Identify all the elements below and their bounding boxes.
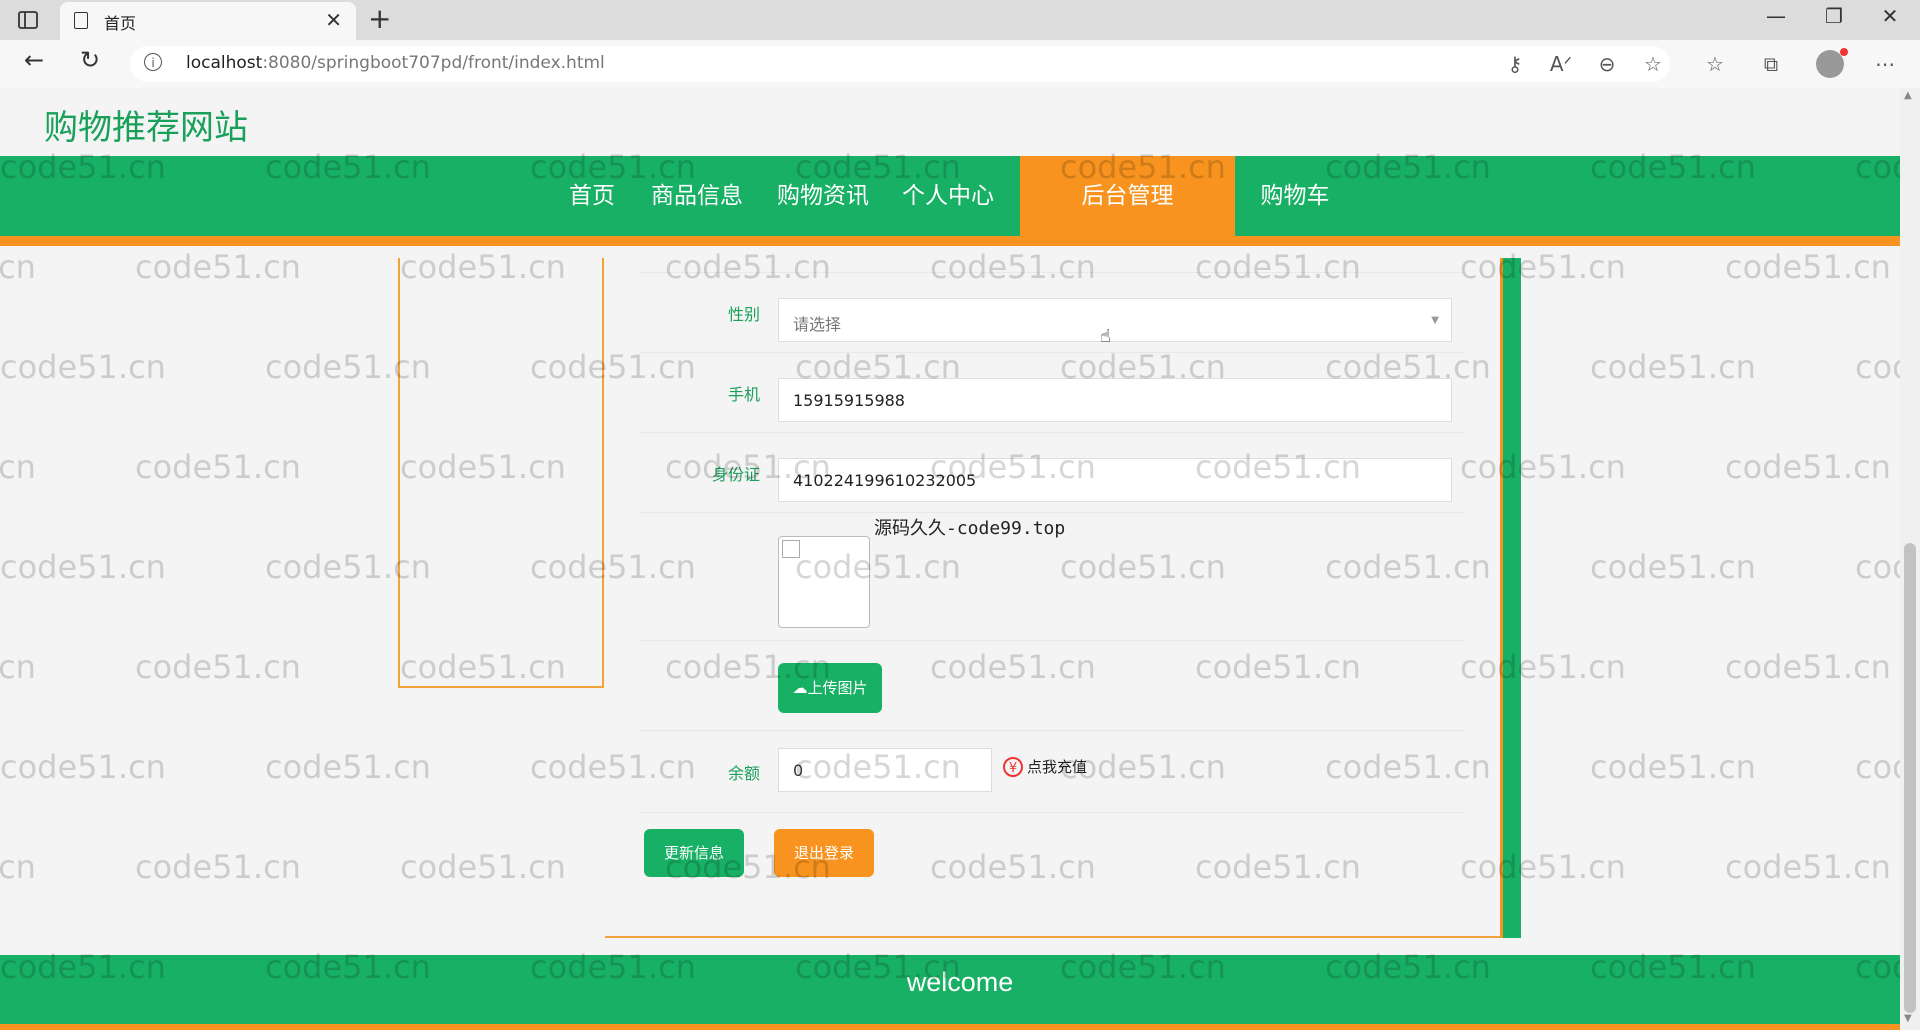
yen-icon: ¥ bbox=[1003, 757, 1023, 777]
broken-image-icon bbox=[782, 540, 800, 558]
key-icon[interactable]: ⚷ bbox=[1500, 52, 1530, 76]
watermark-text: code51.cn bbox=[1460, 648, 1626, 686]
watermark-text: code51.cn bbox=[1590, 748, 1756, 786]
more-menu-icon[interactable]: ⋯ bbox=[1870, 52, 1900, 76]
watermark-text: code51.cn bbox=[265, 748, 431, 786]
balance-value: 0 bbox=[793, 761, 804, 780]
tab-title: 首页 bbox=[104, 14, 137, 33]
content-bottom-border bbox=[605, 936, 1500, 938]
footer: welcome bbox=[0, 955, 1900, 1030]
idcard-label: 身份证 bbox=[711, 465, 760, 484]
close-tab-icon[interactable]: ✕ bbox=[325, 8, 342, 32]
address-bar: ← ↻ i localhost:8080/springboot707pd/fro… bbox=[0, 40, 1920, 88]
new-tab-icon[interactable]: + bbox=[368, 2, 391, 35]
favorite-add-icon[interactable]: ☆ bbox=[1638, 52, 1668, 76]
phone-label: 手机 bbox=[727, 385, 760, 404]
watermark-text: code51.cn bbox=[1855, 548, 1900, 586]
favorites-icon[interactable]: ☆ bbox=[1700, 52, 1730, 76]
nav-item-products[interactable]: 商品信息 bbox=[642, 156, 752, 236]
update-info-button[interactable]: 更新信息 bbox=[644, 829, 744, 877]
scrollbar-thumb[interactable] bbox=[1904, 543, 1916, 1013]
page-scrollbar[interactable]: ▲ ▼ bbox=[1900, 88, 1920, 1030]
back-icon[interactable]: ← bbox=[14, 46, 54, 74]
upload-image-button[interactable]: ☁上传图片 bbox=[778, 663, 882, 713]
watermark-text: code51.cn bbox=[0, 348, 166, 386]
collections-icon[interactable]: ⧉ bbox=[1756, 52, 1786, 76]
watermark-text: code51.cn bbox=[135, 248, 301, 286]
nav-item-cart[interactable]: 购物车 bbox=[1245, 156, 1345, 236]
watermark-text: code51.cn bbox=[0, 548, 166, 586]
zoom-out-icon[interactable]: ⊖ bbox=[1592, 52, 1622, 76]
idcard-value: 410224199610232005 bbox=[793, 471, 977, 490]
watermark-text: code51.cn bbox=[135, 448, 301, 486]
gender-select[interactable]: 请选择 ▼ bbox=[778, 298, 1452, 342]
watermark-text: code51.cn bbox=[1460, 248, 1626, 286]
page-viewport: 购物推荐网站 首页 商品信息 购物资讯 个人中心 后台管理 购物车 性别 请选择… bbox=[0, 88, 1900, 1030]
minimize-icon[interactable]: — bbox=[1756, 4, 1796, 28]
refresh-icon[interactable]: ↻ bbox=[70, 46, 110, 74]
watermark-text: code51.cn bbox=[1460, 448, 1626, 486]
watermark-text: code51.cn bbox=[1855, 748, 1900, 786]
upload-button-label: 上传图片 bbox=[807, 679, 868, 697]
watermark-text: code51.cn bbox=[1460, 848, 1626, 886]
watermark-text: code51.cn bbox=[0, 648, 36, 686]
balance-label: 余额 bbox=[727, 764, 760, 783]
phone-field[interactable]: 15915915988 bbox=[778, 378, 1452, 422]
watermark-text: code51.cn bbox=[135, 848, 301, 886]
logout-button[interactable]: 退出登录 bbox=[774, 829, 874, 877]
watermark-text: code51.cn bbox=[0, 748, 166, 786]
site-title: 购物推荐网站 bbox=[44, 108, 248, 148]
watermark-text: code51.cn bbox=[0, 848, 36, 886]
form-row-upload bbox=[640, 640, 1465, 731]
scroll-up-icon[interactable]: ▲ bbox=[1904, 90, 1912, 101]
close-window-icon[interactable]: ✕ bbox=[1870, 4, 1910, 28]
read-aloud-icon[interactable]: Aᐟ bbox=[1546, 52, 1576, 76]
idcard-field[interactable]: 410224199610232005 bbox=[778, 458, 1452, 502]
url-path: :8080/springboot707pd/front/index.html bbox=[262, 53, 605, 73]
browser-tabbar: 首页 ✕ + — ❐ ✕ bbox=[0, 0, 1920, 40]
recharge-link[interactable]: ¥ 点我充值 bbox=[1003, 756, 1087, 777]
tab-actions-icon[interactable] bbox=[16, 8, 40, 32]
watermark-text: code51.cn bbox=[0, 448, 36, 486]
mouse-cursor-icon: ☝ bbox=[1100, 326, 1111, 347]
watermark-text: code51.cn bbox=[400, 848, 566, 886]
watermark-text: code51.cn bbox=[1725, 848, 1891, 886]
url-field[interactable]: i localhost:8080/springboot707pd/front/i… bbox=[130, 46, 1670, 82]
balance-field[interactable]: 0 bbox=[778, 748, 992, 792]
site-info-icon[interactable]: i bbox=[144, 53, 162, 71]
content-right-border bbox=[1500, 258, 1521, 938]
main-nav: 首页 商品信息 购物资讯 个人中心 后台管理 购物车 bbox=[0, 156, 1900, 246]
phone-value: 15915915988 bbox=[793, 391, 905, 410]
chevron-down-icon: ▼ bbox=[1431, 315, 1439, 326]
side-menu-panel bbox=[398, 258, 604, 688]
watermark-text: code51.cn bbox=[1590, 348, 1756, 386]
gender-select-value: 请选择 bbox=[793, 315, 842, 334]
browser-tab[interactable]: 首页 ✕ bbox=[60, 2, 356, 40]
watermark-text: code51.cn bbox=[1195, 848, 1361, 886]
recharge-label: 点我充值 bbox=[1027, 758, 1088, 776]
watermark-text: code51.cn bbox=[930, 848, 1096, 886]
nav-item-admin[interactable]: 后台管理 bbox=[1020, 156, 1235, 236]
nav-item-personal-center[interactable]: 个人中心 bbox=[893, 156, 1003, 236]
profile-avatar[interactable] bbox=[1816, 48, 1848, 78]
footer-text: welcome bbox=[906, 967, 1014, 997]
restore-icon[interactable]: ❐ bbox=[1814, 4, 1854, 28]
page-icon bbox=[74, 12, 88, 29]
watermark-text: code51.cn bbox=[1725, 248, 1891, 286]
watermark-text: code51.cn bbox=[1725, 448, 1891, 486]
nav-item-home[interactable]: 首页 bbox=[552, 156, 632, 236]
gender-label: 性别 bbox=[727, 305, 760, 324]
url-text: localhost:8080/springboot707pd/front/ind… bbox=[186, 53, 605, 73]
watermark-text: code51.cn bbox=[1725, 648, 1891, 686]
watermark-text: code51.cn bbox=[1590, 548, 1756, 586]
scroll-down-icon[interactable]: ▼ bbox=[1904, 1013, 1912, 1024]
avatar-image bbox=[778, 536, 870, 628]
image-caption: 源码久久-code99.top bbox=[874, 518, 1066, 539]
watermark-text: code51.cn bbox=[1855, 348, 1900, 386]
watermark-text: code51.cn bbox=[0, 248, 36, 286]
watermark-text: code51.cn bbox=[135, 648, 301, 686]
nav-item-news[interactable]: 购物资讯 bbox=[768, 156, 878, 236]
url-host: localhost bbox=[186, 53, 263, 73]
cloud-upload-icon: ☁ bbox=[792, 679, 808, 697]
